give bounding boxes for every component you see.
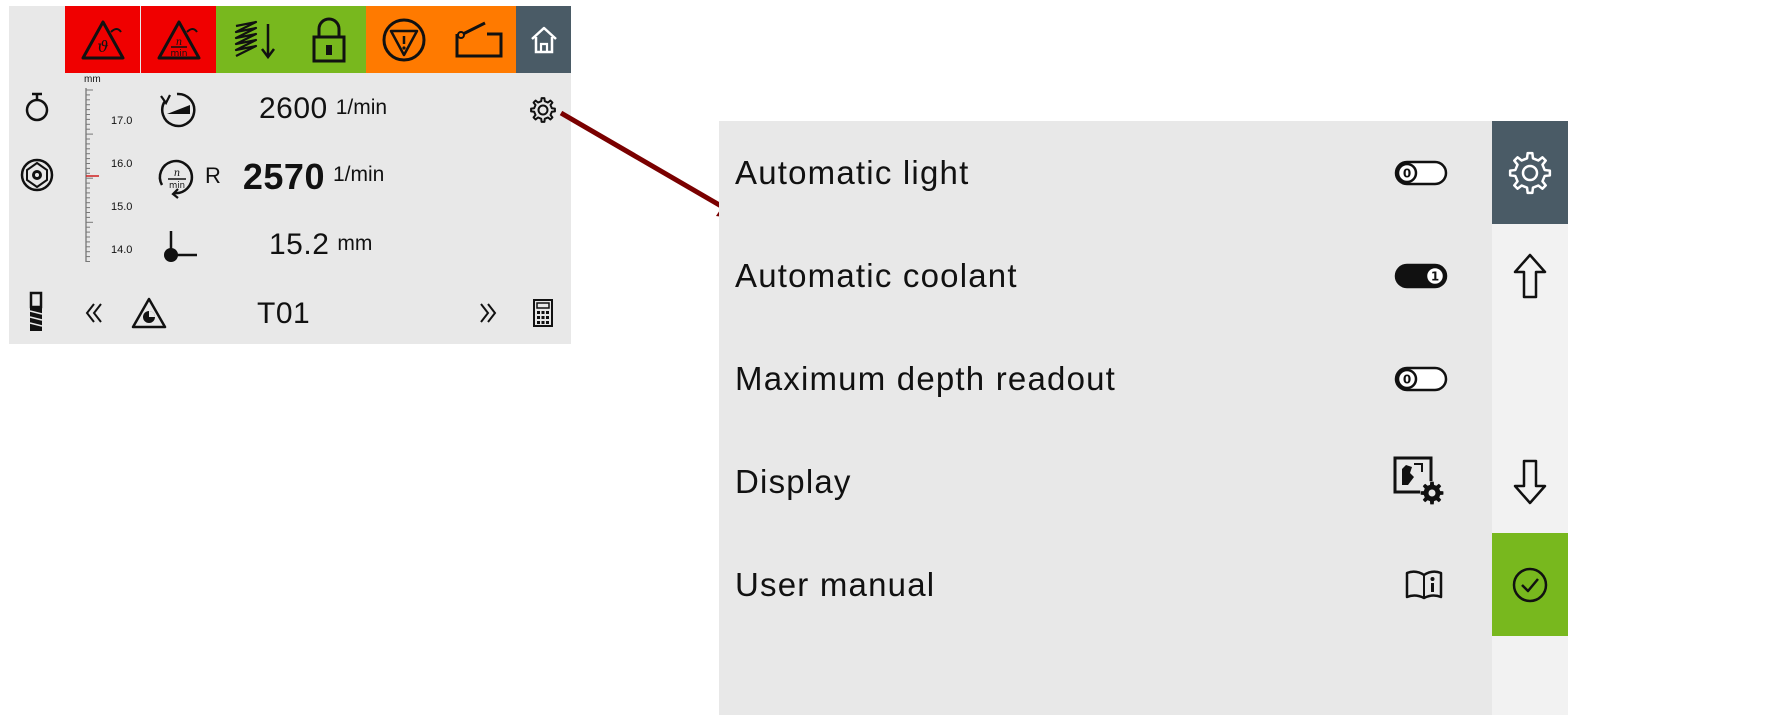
confirm-button[interactable] xyxy=(1492,533,1568,636)
gear-icon xyxy=(1508,151,1552,194)
arrow-down-icon xyxy=(1513,459,1547,504)
book-info-icon[interactable] xyxy=(1404,569,1444,601)
svg-text:1: 1 xyxy=(1431,269,1439,283)
setting-user-manual[interactable]: User manual xyxy=(719,533,1492,636)
toggle-switch-off[interactable]: 0 xyxy=(1394,159,1448,187)
scroll-down-button[interactable] xyxy=(1492,430,1568,533)
settings-sidebar xyxy=(1492,121,1568,715)
setting-maximum-depth-readout[interactable]: Maximum depth readout 0 xyxy=(719,327,1492,430)
setting-label: Display xyxy=(735,462,852,500)
setting-automatic-coolant[interactable]: Automatic coolant 1 xyxy=(719,224,1492,327)
settings-tab-button[interactable] xyxy=(1492,121,1568,224)
check-circle-icon xyxy=(1512,567,1548,602)
setting-display[interactable]: Display xyxy=(719,430,1492,533)
display-settings-icon[interactable] xyxy=(1392,455,1448,509)
svg-text:0: 0 xyxy=(1403,372,1411,386)
settings-menu: Automatic light 0 Automatic coolant 1 Ma… xyxy=(719,121,1492,715)
scroll-up-button[interactable] xyxy=(1492,224,1568,327)
svg-text:0: 0 xyxy=(1403,166,1411,180)
setting-label: Automatic light xyxy=(735,153,970,191)
setting-label: Maximum depth readout xyxy=(735,359,1117,397)
toggle-switch-on[interactable]: 1 xyxy=(1394,262,1448,290)
setting-label: Automatic coolant xyxy=(735,256,1018,294)
toggle-switch-off[interactable]: 0 xyxy=(1394,365,1448,393)
setting-automatic-light[interactable]: Automatic light 0 xyxy=(719,121,1492,224)
arrow-up-icon xyxy=(1513,253,1547,298)
setting-label: User manual xyxy=(735,565,936,603)
